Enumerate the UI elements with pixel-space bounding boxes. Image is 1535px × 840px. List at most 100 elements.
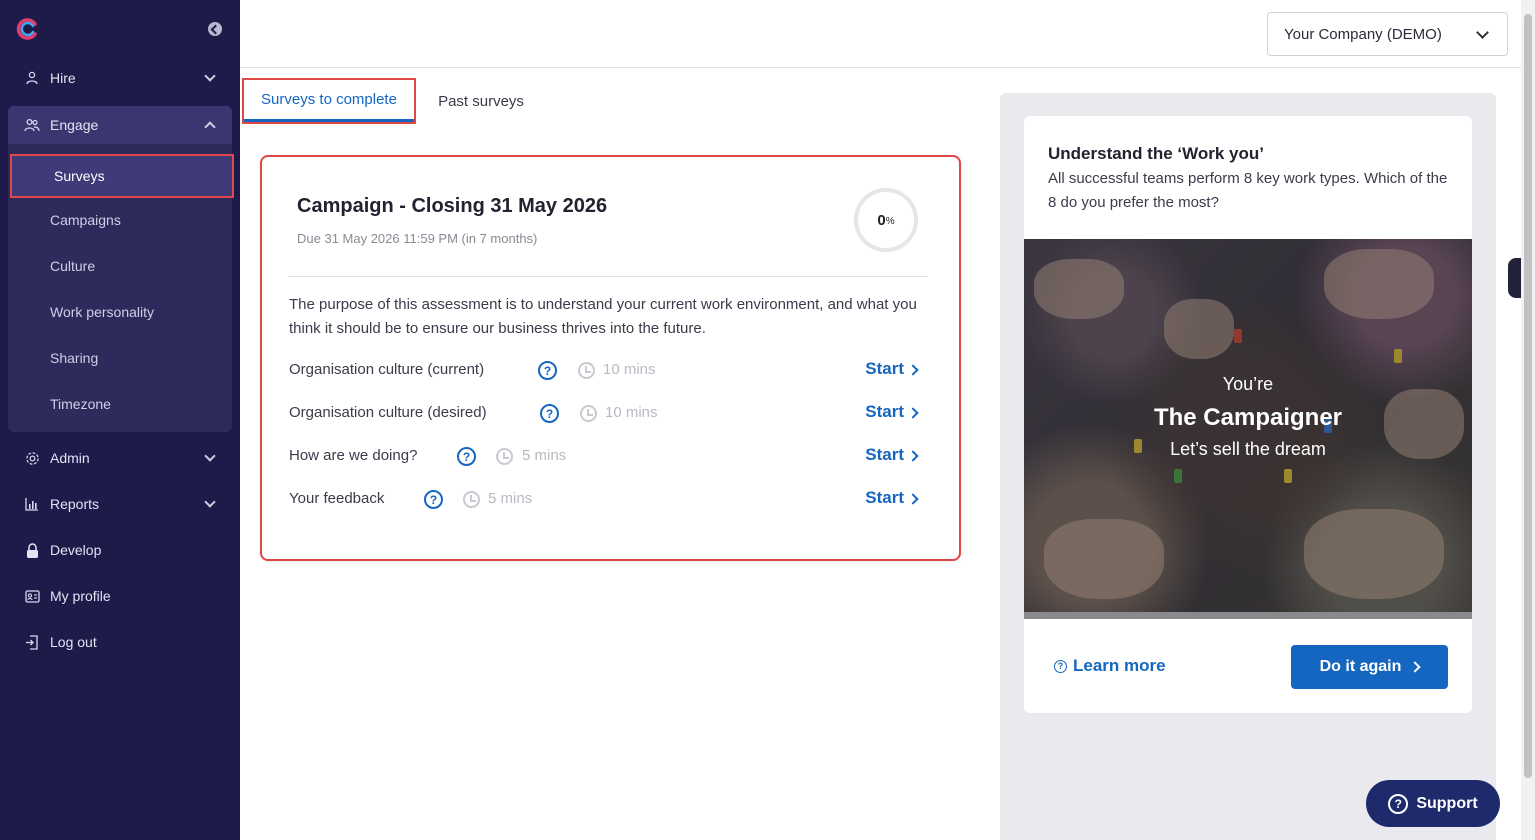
survey-duration: 10 mins <box>605 404 658 421</box>
help-icon[interactable]: ? <box>424 490 443 509</box>
chevron-right-icon <box>907 363 919 376</box>
start-survey-button[interactable]: Start <box>865 445 919 465</box>
page-scrollbar[interactable] <box>1521 0 1535 840</box>
help-icon: ? <box>1054 659 1067 673</box>
chevron-right-icon <box>907 406 919 419</box>
sidebar-item-label: Admin <box>50 450 90 466</box>
support-label: Support <box>1416 794 1478 812</box>
sidebar-subitem-label: Culture <box>50 258 96 274</box>
chevron-down-icon <box>204 70 216 82</box>
work-type-name: The Campaigner <box>1153 404 1343 431</box>
survey-name: Your feedback <box>289 490 385 507</box>
support-button[interactable]: ? Support <box>1366 780 1500 827</box>
sidebar-item-develop[interactable]: Develop <box>8 531 232 569</box>
engage-header-row[interactable]: Engage <box>8 106 232 144</box>
start-survey-button[interactable]: Start <box>865 359 919 379</box>
chevron-right-icon <box>1409 661 1422 673</box>
sidebar-subitem-label: Timezone <box>50 396 111 412</box>
sidebar-subitem-culture[interactable]: Culture <box>8 247 232 285</box>
image-bottom-bar <box>1024 612 1472 619</box>
sidebar-item-label: My profile <box>50 588 111 604</box>
survey-duration: 5 mins <box>488 490 533 507</box>
chevron-up-icon <box>204 121 216 133</box>
bar-chart-icon <box>24 496 40 512</box>
work-type-image: You’re The Campaigner Let’s sell the dre… <box>1024 239 1472 619</box>
tab-label: Surveys to complete <box>261 91 397 108</box>
clock-icon <box>578 362 595 379</box>
progress-ring: 0% <box>854 188 918 252</box>
sidebar-item-hire[interactable]: Hire <box>8 59 232 97</box>
id-card-icon <box>24 588 40 604</box>
work-type-tagline: Let’s sell the dream <box>1170 439 1326 459</box>
lock-icon <box>24 542 40 558</box>
do-it-again-button[interactable]: Do it again <box>1291 645 1448 689</box>
engage-group: Engage Surveys Campaigns Culture Work pe… <box>8 106 234 432</box>
people-icon <box>24 117 40 133</box>
campaign-title: Campaign - Closing 31 May 2026 <box>297 195 608 217</box>
gear-icon <box>24 450 40 466</box>
side-drawer-tab[interactable] <box>1508 258 1521 298</box>
survey-duration: 10 mins <box>603 361 656 378</box>
chevron-down-icon <box>1476 26 1489 39</box>
logout-icon <box>24 634 40 650</box>
sidebar-item-label: Engage <box>50 117 99 133</box>
sidebar-subitem-label: Work personality <box>50 304 155 320</box>
work-you-card: Understand the ‘Work you’ All successful… <box>1024 116 1472 713</box>
work-you-description: All successful teams perform 8 key work … <box>1048 170 1448 211</box>
start-label: Start <box>865 402 904 421</box>
sidebar-item-my-profile[interactable]: My profile <box>8 577 232 615</box>
start-label: Start <box>865 488 904 507</box>
sidebar-subitem-label: Surveys <box>54 168 105 184</box>
start-survey-button[interactable]: Start <box>865 488 919 508</box>
survey-name: How are we doing? <box>289 447 418 464</box>
survey-row: Organisation culture (desired) ? 10 mins… <box>289 402 929 426</box>
sidebar-item-reports[interactable]: Reports <box>8 485 232 523</box>
do-it-again-label: Do it again <box>1319 658 1402 675</box>
sidebar-subitem-work-personality[interactable]: Work personality <box>8 293 232 331</box>
sidebar-item-admin[interactable]: Admin <box>8 439 232 477</box>
tab-past-surveys[interactable]: Past surveys <box>426 80 536 122</box>
sidebar-subitem-label: Campaigns <box>50 212 121 228</box>
campaign-card: Campaign - Closing 31 May 2026 Due 31 Ma… <box>260 155 961 561</box>
chevron-down-icon <box>204 496 216 508</box>
learn-more-label: Learn more <box>1073 656 1166 675</box>
divider <box>288 276 928 277</box>
help-icon[interactable]: ? <box>538 361 557 380</box>
company-select[interactable]: Your Company (DEMO) <box>1267 12 1508 56</box>
help-icon: ? <box>1388 793 1409 814</box>
sidebar-subitem-surveys[interactable]: Surveys <box>10 154 234 198</box>
start-survey-button[interactable]: Start <box>865 402 919 422</box>
person-icon <box>24 70 40 86</box>
sidebar-item-label: Reports <box>50 496 100 512</box>
work-you-title: Understand the ‘Work you’ <box>1048 144 1264 163</box>
image-caption-intro: You’re <box>1222 374 1274 394</box>
tab-surveys-to-complete[interactable]: Surveys to complete <box>242 78 416 124</box>
clock-icon <box>580 405 597 422</box>
sidebar-item-log-out[interactable]: Log out <box>8 623 232 661</box>
collapse-sidebar-icon[interactable] <box>208 22 222 36</box>
company-select-value: Your Company (DEMO) <box>1284 25 1442 43</box>
sidebar-item-label: Log out <box>50 634 97 650</box>
sidebar-subitem-campaigns[interactable]: Campaigns <box>8 201 232 239</box>
app-logo[interactable] <box>16 18 40 40</box>
chevron-down-icon <box>204 450 216 462</box>
start-label: Start <box>865 445 904 464</box>
sidebar-subitem-timezone[interactable]: Timezone <box>8 385 232 423</box>
help-icon[interactable]: ? <box>457 447 476 466</box>
chevron-right-icon <box>907 449 919 462</box>
sidebar: Hire Engage Surveys Campaigns Culture Wo… <box>0 0 240 840</box>
survey-name: Organisation culture (desired) <box>289 404 487 421</box>
progress-value: 0 <box>877 211 886 229</box>
sidebar-item-label: Hire <box>50 70 76 86</box>
campaign-due-date: Due 31 May 2026 11:59 PM (in 7 months) <box>297 231 538 246</box>
sidebar-item-engage[interactable]: Engage <box>8 106 232 144</box>
progress-unit: % <box>885 215 895 227</box>
survey-name: Organisation culture (current) <box>289 361 485 378</box>
campaign-description: The purpose of this assessment is to und… <box>289 296 917 337</box>
learn-more-link[interactable]: ? Learn more <box>1054 656 1166 676</box>
help-icon[interactable]: ? <box>540 404 559 423</box>
sidebar-subitem-label: Sharing <box>50 350 99 366</box>
scrollbar-thumb[interactable] <box>1524 14 1532 778</box>
sidebar-subitem-sharing[interactable]: Sharing <box>8 339 232 377</box>
chevron-right-icon <box>907 492 919 505</box>
